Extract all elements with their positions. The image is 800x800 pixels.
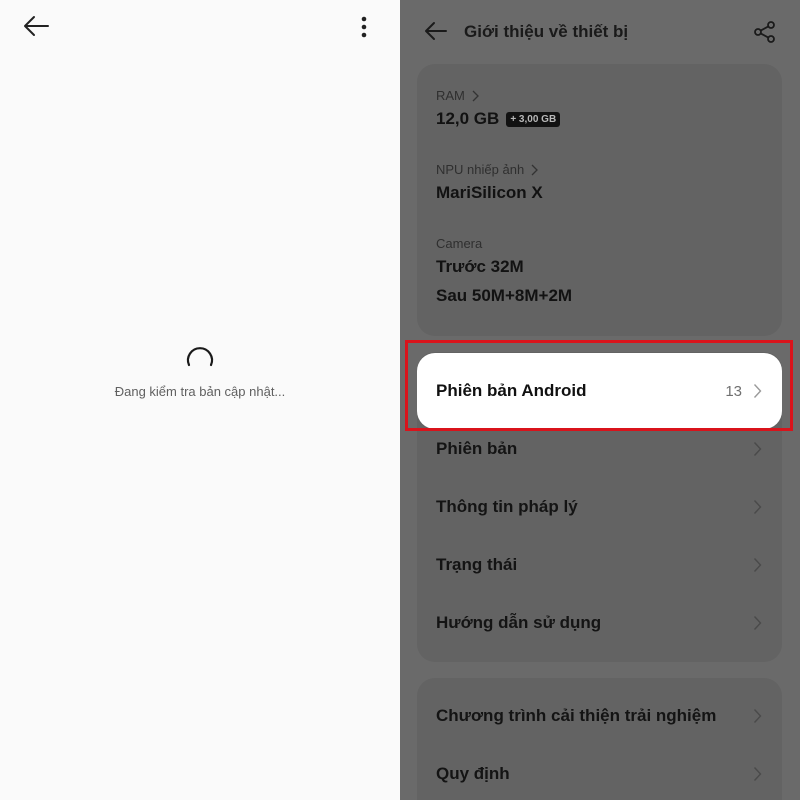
spec-value-secondary: Sau 50M+8M+2M	[436, 286, 573, 305]
list-item-regulations[interactable]: Quy định	[417, 745, 782, 800]
ram-expansion-badge: + 3,00 GB	[506, 111, 561, 127]
android-version-value: 13	[725, 382, 742, 400]
spec-value: 12,0 GB	[436, 109, 500, 128]
list-item-label: Hướng dẫn sử dụng	[436, 613, 602, 632]
update-check-screen: Đang kiểm tra bản cập nhật...	[0, 0, 400, 800]
list-item-user-guide[interactable]: Hướng dẫn sử dụng	[417, 594, 782, 652]
page-title: Giới thiệu về thiết bị	[464, 22, 629, 41]
list-item-label: Chương trình cải thiện trải nghiệm	[436, 706, 717, 725]
spec-camera: Camera Trước 32M Sau 50M+8M+2M	[436, 236, 572, 306]
spec-label: NPU nhiếp ảnh	[436, 162, 525, 177]
chevron-right-icon	[753, 442, 762, 456]
other-settings-card: Chương trình cải thiện trải nghiệm Quy đ…	[417, 678, 782, 800]
list-item-label: Trạng thái	[436, 555, 518, 574]
more-options-icon[interactable]	[352, 14, 376, 40]
list-item-label: Phiên bản	[436, 439, 518, 458]
list-item-status[interactable]: Trạng thái	[417, 536, 782, 594]
chevron-right-icon	[531, 164, 539, 175]
hardware-spec-card: RAM 12,0 GB + 3,00 GB NPU nhiếp ảnh Mari…	[417, 64, 782, 336]
chevron-right-icon	[472, 90, 479, 101]
spec-ram[interactable]: RAM 12,0 GB + 3,00 GB	[436, 88, 561, 129]
chevron-right-icon	[753, 709, 762, 723]
list-item-experience-program[interactable]: Chương trình cải thiện trải nghiệm	[417, 687, 782, 745]
spec-value: Trước 32M	[436, 257, 524, 276]
list-item-label: Thông tin pháp lý	[436, 497, 578, 516]
chevron-right-icon	[753, 384, 762, 398]
share-icon[interactable]	[752, 19, 778, 45]
back-arrow-icon[interactable]	[22, 14, 50, 38]
list-item-android-version[interactable]: Phiên bản Android 13	[417, 353, 782, 429]
spec-value: MariSilicon X	[436, 183, 543, 202]
chevron-right-icon	[753, 558, 762, 572]
chevron-right-icon	[753, 767, 762, 781]
list-item-label: Quy định	[436, 764, 510, 783]
back-arrow-icon[interactable]	[424, 20, 448, 42]
spec-npu[interactable]: NPU nhiếp ảnh MariSilicon X	[436, 162, 543, 203]
list-item-legal-info[interactable]: Thông tin pháp lý	[417, 478, 782, 536]
loading-status-text: Đang kiểm tra bản cập nhật...	[114, 384, 286, 399]
loading-spinner-icon	[185, 341, 215, 371]
android-version-card: Phiên bản Android 13	[417, 353, 782, 429]
app-header: Giới thiệu về thiết bị	[400, 0, 800, 62]
chevron-right-icon	[753, 500, 762, 514]
spec-label: Camera	[436, 236, 483, 251]
spec-label: RAM	[436, 88, 465, 103]
chevron-right-icon	[753, 616, 762, 630]
device-info-screen: Giới thiệu về thiết bị RAM 12,0 GB + 3,0…	[400, 0, 800, 800]
list-item-label: Phiên bản Android	[436, 381, 587, 400]
